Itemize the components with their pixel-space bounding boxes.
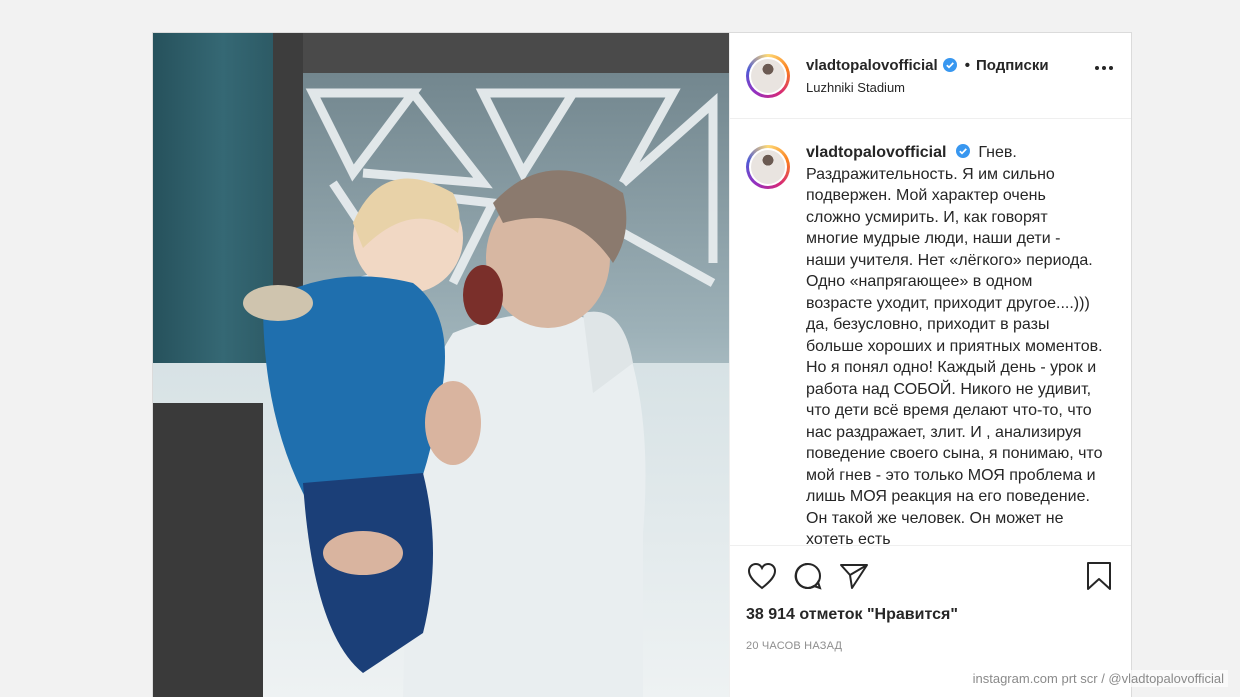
post-header: vladtopalovofficial • Подписки Luzhniki … [730,33,1131,119]
separator-dot: • [964,56,970,74]
like-count[interactable]: 38 914 отметок "Нравится" [746,606,1115,624]
location-link[interactable]: Luzhniki Stadium [806,80,1049,95]
comment-icon[interactable] [792,560,824,592]
caption-section: vladtopalovofficial Гнев. Раздражительно… [730,119,1131,545]
post-photo[interactable] [153,33,729,697]
post-timestamp[interactable]: 20 ЧАСОВ НАЗАД [746,640,1115,652]
caption-avatar[interactable] [746,145,790,189]
more-options-icon[interactable] [1095,66,1113,70]
avatar[interactable] [746,53,790,98]
caption-username-link[interactable]: vladtopalovofficial [806,144,946,161]
paper-plane-icon[interactable] [838,560,870,592]
post-sidebar: vladtopalovofficial • Подписки Luzhniki … [729,33,1131,697]
image-credit: instagram.com prt scr / @vladtopalovoffi… [968,670,1228,687]
caption-text: vladtopalovofficial Гнев. Раздражительно… [806,142,1115,545]
instagram-post: vladtopalovofficial • Подписки Luzhniki … [152,32,1132,697]
username-link[interactable]: vladtopalovofficial [806,57,938,74]
heart-icon[interactable] [746,560,778,592]
verified-badge-icon [955,144,970,158]
following-button[interactable]: Подписки [976,57,1049,74]
verified-badge-icon [942,58,957,72]
caption-body: Гнев. Раздражительность. Я им сильно под… [806,144,1103,545]
bookmark-icon[interactable] [1083,560,1115,592]
photo-illustration [153,33,729,697]
avatar-image [751,58,785,93]
